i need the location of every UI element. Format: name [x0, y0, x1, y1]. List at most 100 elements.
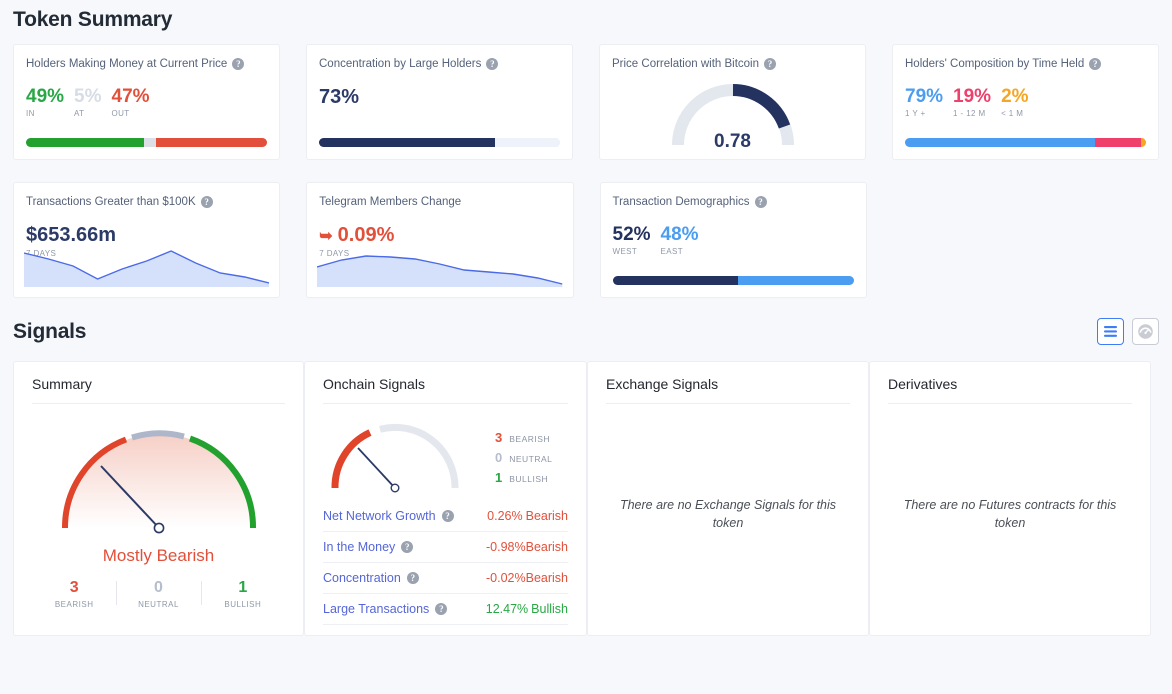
card-title: Holders Making Money at Current Price ? — [26, 58, 267, 70]
signal-row[interactable]: Net Network Growth ? 0.26% Bearish — [323, 501, 568, 532]
summary-counts: 3 BEARISH 0 NEUTRAL 1 BULLISH — [32, 579, 285, 609]
signal-name-wrap[interactable]: Net Network Growth ? — [323, 509, 454, 523]
signal-value-wrap: 0.26% Bearish — [487, 509, 568, 523]
signal-name-wrap[interactable]: Large Transactions ? — [323, 602, 447, 616]
summary-cards-row-1: Holders Making Money at Current Price ? … — [13, 44, 1159, 160]
panel-exchange-signals: Exchange Signals There are no Exchange S… — [587, 361, 869, 636]
panel-title: Summary — [32, 376, 285, 404]
panel-title: Onchain Signals — [323, 376, 568, 404]
help-icon[interactable]: ? — [1089, 58, 1101, 70]
signal-value-wrap: 12.47% Bullish — [486, 602, 568, 616]
exchange-empty-message: There are no Exchange Signals for this t… — [612, 496, 844, 532]
stat-1-12m: 19% 1 - 12 M — [953, 87, 991, 118]
card-title-text: Transactions Greater than $100K — [26, 196, 196, 208]
onchain-gauge — [323, 414, 473, 501]
stat-value: 48% — [661, 225, 699, 245]
correlation-value: 0.78 — [600, 131, 865, 153]
legend-neutral: 0 NEUTRAL — [495, 450, 552, 465]
signal-row[interactable]: Large Transactions ? 12.47% Bullish — [323, 594, 568, 625]
list-view-icon-button[interactable] — [1097, 318, 1124, 345]
signal-row[interactable]: Concentration ? -0.02% Bearish — [323, 563, 568, 594]
signal-name-wrap[interactable]: In the Money ? — [323, 540, 413, 554]
legend-label: BULLISH — [509, 474, 548, 484]
card-value: $653.66m — [26, 224, 267, 247]
card-transactions-over-100k: Transactions Greater than $100K ? $653.6… — [13, 182, 280, 298]
help-icon[interactable]: ? — [435, 603, 447, 615]
stat-in: 49% IN — [26, 87, 64, 118]
card-concentration-large-holders: Concentration by Large Holders ? 73% — [306, 44, 573, 160]
signal-row[interactable]: In the Money ? -0.98% Bearish — [323, 532, 568, 563]
help-icon[interactable]: ? — [401, 541, 413, 553]
sparkline-telegram — [317, 245, 562, 287]
help-icon[interactable]: ? — [755, 196, 767, 208]
help-icon[interactable]: ? — [201, 196, 213, 208]
legend-label: NEUTRAL — [509, 454, 552, 464]
stat-at: 5% AT — [74, 87, 101, 118]
count-number: 0 — [116, 579, 200, 597]
onchain-legend: 3 BEARISH 0 NEUTRAL 1 BULLISH — [495, 425, 552, 490]
card-holders-composition-time-held: Holders' Composition by Time Held ? 79% … — [892, 44, 1159, 160]
signal-name[interactable]: In the Money — [323, 540, 395, 554]
onchain-gauge-row: 3 BEARISH 0 NEUTRAL 1 BULLISH — [323, 414, 568, 501]
composition-bar — [905, 138, 1146, 147]
help-icon[interactable]: ? — [232, 58, 244, 70]
help-icon[interactable]: ? — [442, 510, 454, 522]
signals-panels: Summary Mostly Bea — [13, 361, 1159, 636]
summary-gauge — [32, 420, 285, 536]
card-value: 73% — [319, 86, 560, 109]
signal-value-wrap: -0.02% Bearish — [486, 571, 568, 585]
stat-out: 47% OUT — [112, 87, 150, 118]
help-icon[interactable]: ? — [407, 572, 419, 584]
bar-segment-filled — [319, 138, 495, 147]
count-bearish: 3 BEARISH — [32, 579, 116, 609]
help-icon[interactable]: ? — [486, 58, 498, 70]
stat-label: AT — [74, 109, 101, 118]
card-transaction-demographics: Transaction Demographics ? 52% WEST 48% … — [600, 182, 867, 298]
distribution-bar — [26, 138, 267, 147]
card-title: Telegram Members Change — [319, 196, 560, 208]
bar-segment-empty — [495, 138, 560, 147]
trend-down-icon: ➥ — [319, 226, 332, 246]
page-title: Token Summary — [13, 8, 1159, 32]
legend-number: 3 — [495, 430, 502, 445]
stat-label: 1 Y + — [905, 109, 943, 118]
card-title: Price Correlation with Bitcoin ? — [612, 58, 853, 70]
legend-number: 1 — [495, 470, 502, 485]
panel-title: Exchange Signals — [606, 376, 850, 404]
card-title-text: Concentration by Large Holders — [319, 58, 481, 70]
signal-value-wrap: -0.98% Bearish — [486, 540, 568, 554]
sparkline-transactions — [24, 245, 269, 287]
token-summary-header: Token Summary — [13, 0, 1159, 44]
summary-cards-row-2: Transactions Greater than $100K ? $653.6… — [13, 182, 1159, 298]
empty-grid-slot — [893, 182, 1159, 298]
page-root: Token Summary Holders Making Money at Cu… — [0, 0, 1172, 636]
count-number: 3 — [32, 579, 116, 597]
stat-label: EAST — [661, 247, 699, 256]
signal-name[interactable]: Net Network Growth — [323, 509, 436, 523]
demographics-bar — [613, 276, 854, 285]
stat-value: 47% — [112, 87, 150, 107]
stat-east: 48% EAST — [661, 225, 699, 256]
signals-title: Signals — [13, 320, 86, 344]
bar-segment-1y-plus — [905, 138, 1095, 147]
card-title-text: Holders' Composition by Time Held — [905, 58, 1084, 70]
card-title: Transactions Greater than $100K ? — [26, 196, 267, 208]
card-holders-making-money: Holders Making Money at Current Price ? … — [13, 44, 280, 160]
signal-name[interactable]: Concentration — [323, 571, 401, 585]
list-view-icon — [1103, 325, 1118, 338]
legend-label: BEARISH — [509, 434, 550, 444]
bar-segment-out — [156, 138, 267, 147]
signal-name-wrap[interactable]: Concentration ? — [323, 571, 419, 585]
signal-name[interactable]: Large Transactions — [323, 602, 429, 616]
help-icon[interactable]: ? — [764, 58, 776, 70]
bar-segment-under-1m — [1141, 138, 1146, 147]
gauge-view-icon-button[interactable] — [1132, 318, 1159, 345]
card-telegram-members-change: Telegram Members Change ➥ 0.09% 7 DAYS — [306, 182, 573, 298]
signal-verdict: Bearish — [526, 571, 568, 585]
count-bullish: 1 BULLISH — [201, 579, 285, 609]
count-label: BULLISH — [201, 600, 285, 609]
stat-group: 52% WEST 48% EAST — [613, 225, 854, 256]
legend-number: 0 — [495, 450, 502, 465]
card-value: 0.09% — [338, 224, 395, 247]
stat-label: 1 - 12 M — [953, 109, 991, 118]
